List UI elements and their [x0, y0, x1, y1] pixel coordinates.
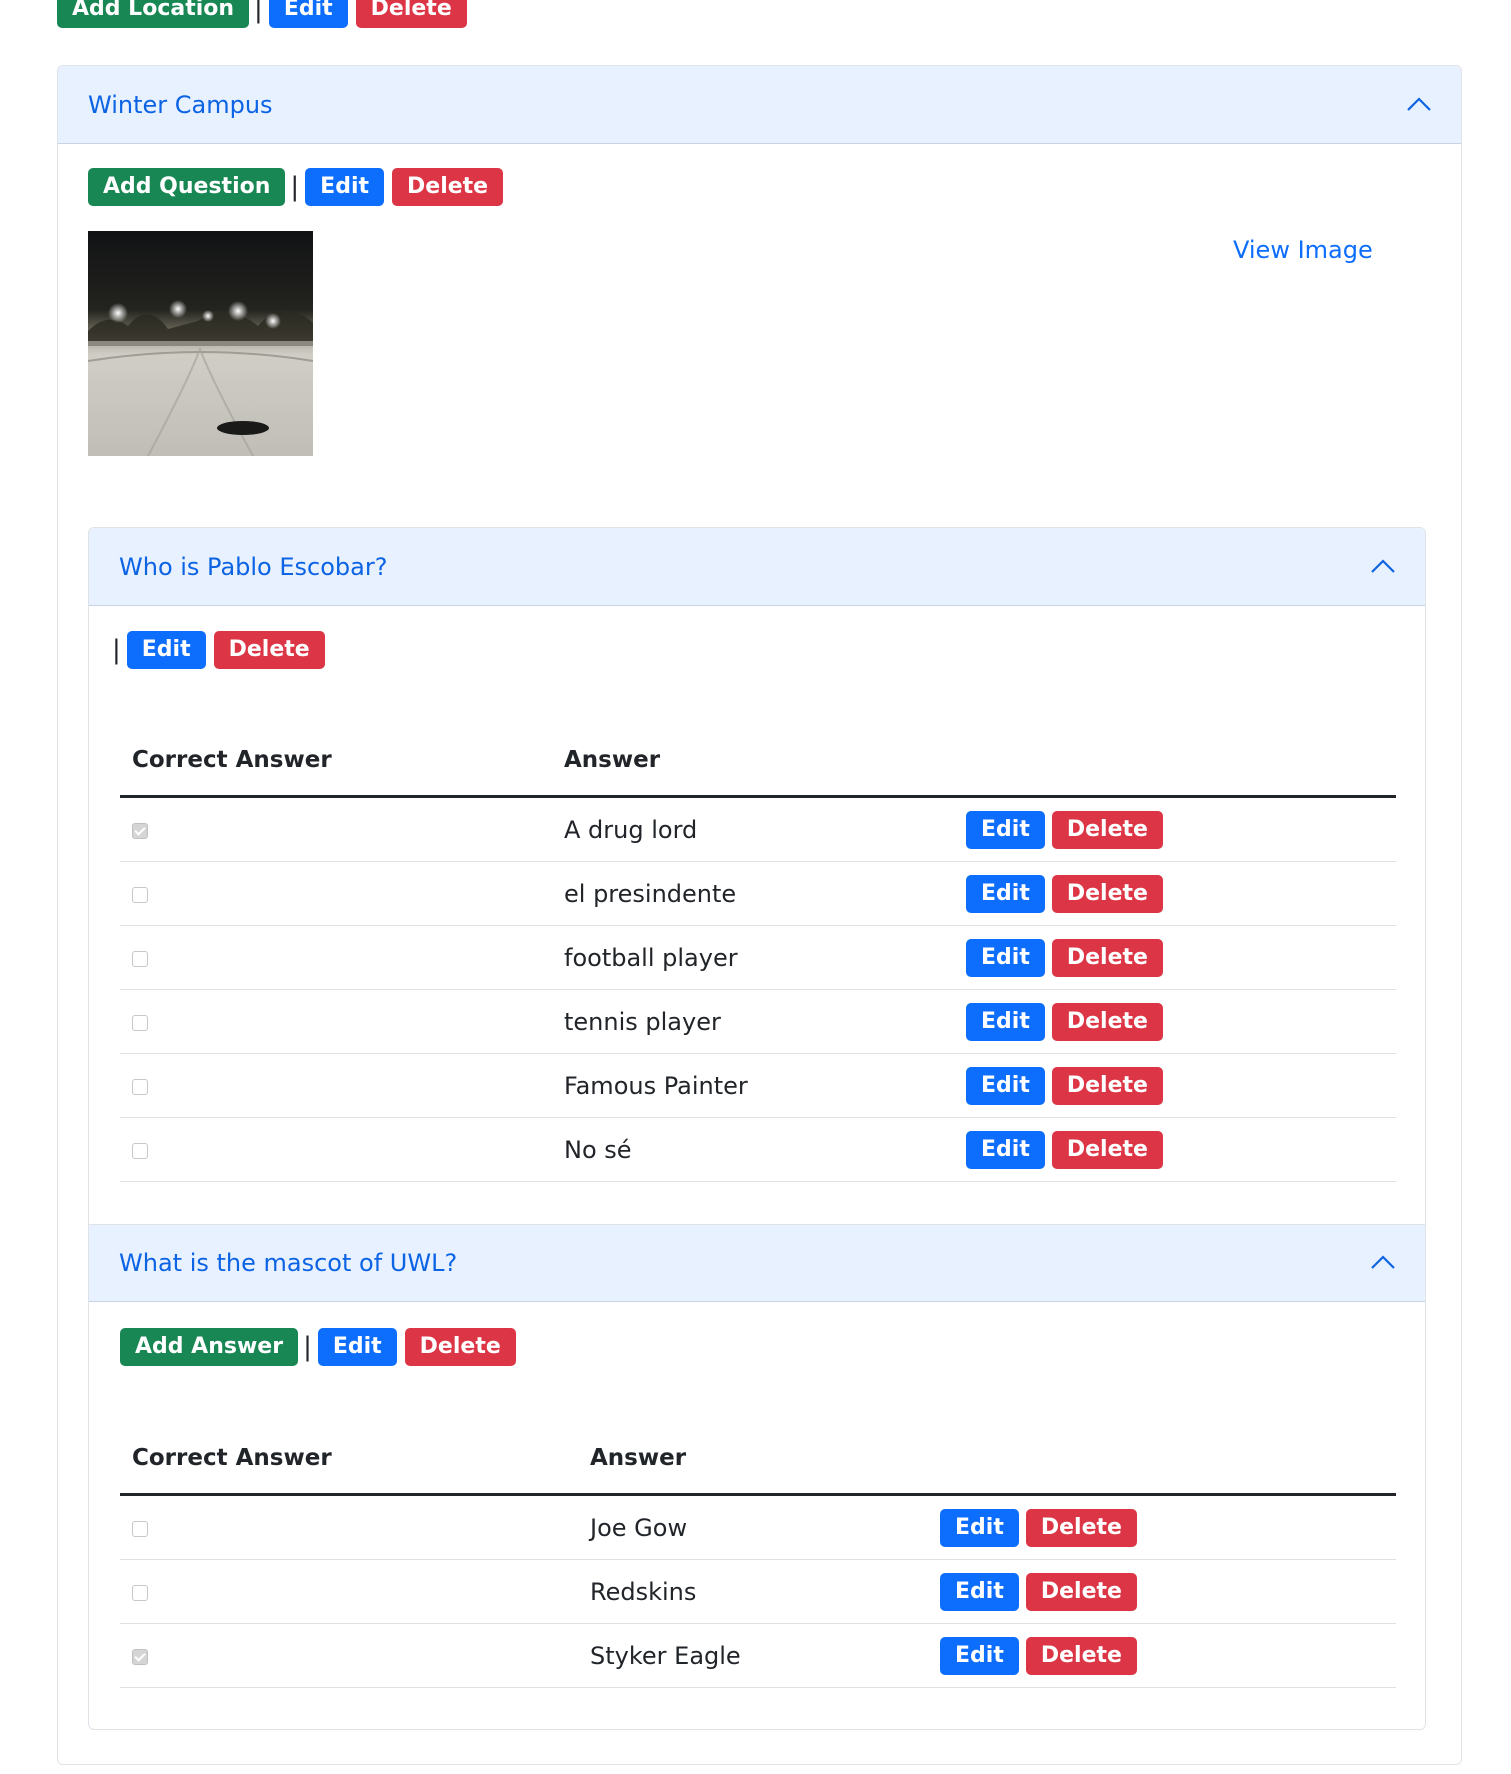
- question-accordion-header[interactable]: Who is Pablo Escobar?: [89, 528, 1425, 606]
- correct-checkbox[interactable]: [132, 1078, 148, 1095]
- table-row: Redskins Edit Delete: [120, 1559, 1396, 1624]
- location-title: Winter Campus: [88, 90, 273, 119]
- toolbar-separator: |: [290, 172, 300, 202]
- answer-text: tennis player: [552, 989, 954, 1054]
- add-location-button[interactable]: Add Location: [57, 0, 250, 28]
- delete-answer-button[interactable]: Delete: [1025, 1636, 1137, 1675]
- question-title: Who is Pablo Escobar?: [119, 552, 388, 581]
- answers-table: Correct Answer Answer A drug lord Edit De…: [120, 725, 1396, 1182]
- chevron-up-icon: [1407, 96, 1431, 111]
- delete-answer-button[interactable]: Delete: [1025, 1572, 1137, 1611]
- edit-answer-button[interactable]: Edit: [940, 1508, 1019, 1547]
- correct-checkbox[interactable]: [132, 1014, 148, 1031]
- answers-table: Correct Answer Answer Joe Gow Edit Delete…: [120, 1423, 1396, 1688]
- correct-checkbox[interactable]: [132, 1520, 148, 1537]
- table-row: A drug lord Edit Delete: [120, 796, 1396, 862]
- table-row: Styker Eagle Edit Delete: [120, 1623, 1396, 1688]
- answer-text: Redskins: [578, 1559, 928, 1624]
- answer-text: Styker Eagle: [578, 1623, 928, 1688]
- toolbar-separator: |: [254, 0, 263, 24]
- answer-text: Famous Painter: [552, 1053, 954, 1118]
- delete-answer-button[interactable]: Delete: [1051, 1002, 1163, 1041]
- table-row: el presindente Edit Delete: [120, 861, 1396, 926]
- question-toolbar: | Edit Delete: [112, 631, 325, 669]
- question-accordion-header[interactable]: What is the mascot of UWL?: [89, 1224, 1425, 1302]
- column-header-answer: Answer: [552, 725, 954, 798]
- answer-text: el presindente: [552, 861, 954, 926]
- delete-answer-button[interactable]: Delete: [1051, 1066, 1163, 1105]
- edit-answer-button[interactable]: Edit: [966, 810, 1045, 849]
- edit-answer-button[interactable]: Edit: [966, 938, 1045, 977]
- add-question-button[interactable]: Add Question: [88, 168, 286, 206]
- table-row: Joe Gow Edit Delete: [120, 1494, 1396, 1560]
- edit-question-button[interactable]: Edit: [317, 1328, 397, 1366]
- table-header-row: Correct Answer Answer: [120, 1423, 1396, 1496]
- edit-question-set-button[interactable]: Edit: [305, 168, 385, 206]
- view-image-link[interactable]: View Image: [1233, 236, 1373, 264]
- delete-question-set-button[interactable]: Delete: [392, 168, 504, 206]
- correct-checkbox[interactable]: [132, 1584, 148, 1601]
- table-row: football player Edit Delete: [120, 925, 1396, 990]
- delete-answer-button[interactable]: Delete: [1051, 874, 1163, 913]
- toolbar-separator: |: [303, 1332, 312, 1362]
- correct-checkbox[interactable]: [132, 1648, 148, 1665]
- column-header-actions: [928, 1423, 1396, 1496]
- toolbar-separator: |: [112, 635, 121, 665]
- answer-text: No sé: [552, 1117, 954, 1182]
- table-row: Famous Painter Edit Delete: [120, 1053, 1396, 1118]
- edit-answer-button[interactable]: Edit: [940, 1572, 1019, 1611]
- question-title: What is the mascot of UWL?: [119, 1249, 458, 1277]
- location-toolbar: Add Question | Edit Delete: [88, 168, 504, 206]
- answer-text: A drug lord: [552, 796, 954, 862]
- correct-checkbox[interactable]: [132, 886, 148, 903]
- delete-question-button[interactable]: Delete: [404, 1328, 516, 1366]
- location-image: [88, 231, 313, 456]
- delete-answer-button[interactable]: Delete: [1051, 938, 1163, 977]
- location-accordion-header[interactable]: Winter Campus: [58, 66, 1461, 144]
- table-header-row: Correct Answer Answer: [120, 725, 1396, 798]
- question-toolbar: Add Answer | Edit Delete: [120, 1328, 516, 1366]
- edit-answer-button[interactable]: Edit: [966, 1002, 1045, 1041]
- edit-answer-button[interactable]: Edit: [966, 874, 1045, 913]
- column-header-correct: Correct Answer: [120, 1423, 578, 1496]
- column-header-actions: [954, 725, 1396, 798]
- edit-location-button[interactable]: Edit: [268, 0, 348, 28]
- table-row: tennis player Edit Delete: [120, 989, 1396, 1054]
- column-header-correct: Correct Answer: [120, 725, 552, 798]
- correct-checkbox[interactable]: [132, 1142, 148, 1159]
- chevron-up-icon: [1371, 558, 1395, 573]
- edit-answer-button[interactable]: Edit: [966, 1130, 1045, 1169]
- column-header-answer: Answer: [578, 1423, 928, 1496]
- delete-question-button[interactable]: Delete: [213, 631, 325, 669]
- answer-text: Joe Gow: [578, 1494, 928, 1560]
- delete-answer-button[interactable]: Delete: [1051, 810, 1163, 849]
- table-row: No sé Edit Delete: [120, 1117, 1396, 1182]
- edit-answer-button[interactable]: Edit: [940, 1636, 1019, 1675]
- delete-location-button[interactable]: Delete: [355, 0, 467, 28]
- chevron-up-icon: [1371, 1255, 1395, 1269]
- top-toolbar: Add Location | Edit Delete: [57, 0, 467, 28]
- delete-answer-button[interactable]: Delete: [1025, 1508, 1137, 1547]
- edit-question-button[interactable]: Edit: [126, 631, 206, 669]
- delete-answer-button[interactable]: Delete: [1051, 1130, 1163, 1169]
- edit-answer-button[interactable]: Edit: [966, 1066, 1045, 1105]
- correct-checkbox[interactable]: [132, 822, 148, 839]
- answer-text: football player: [552, 925, 954, 990]
- add-answer-button[interactable]: Add Answer: [120, 1328, 299, 1366]
- correct-checkbox[interactable]: [132, 950, 148, 967]
- question-accordion: What is the mascot of UWL?: [89, 1224, 1425, 1302]
